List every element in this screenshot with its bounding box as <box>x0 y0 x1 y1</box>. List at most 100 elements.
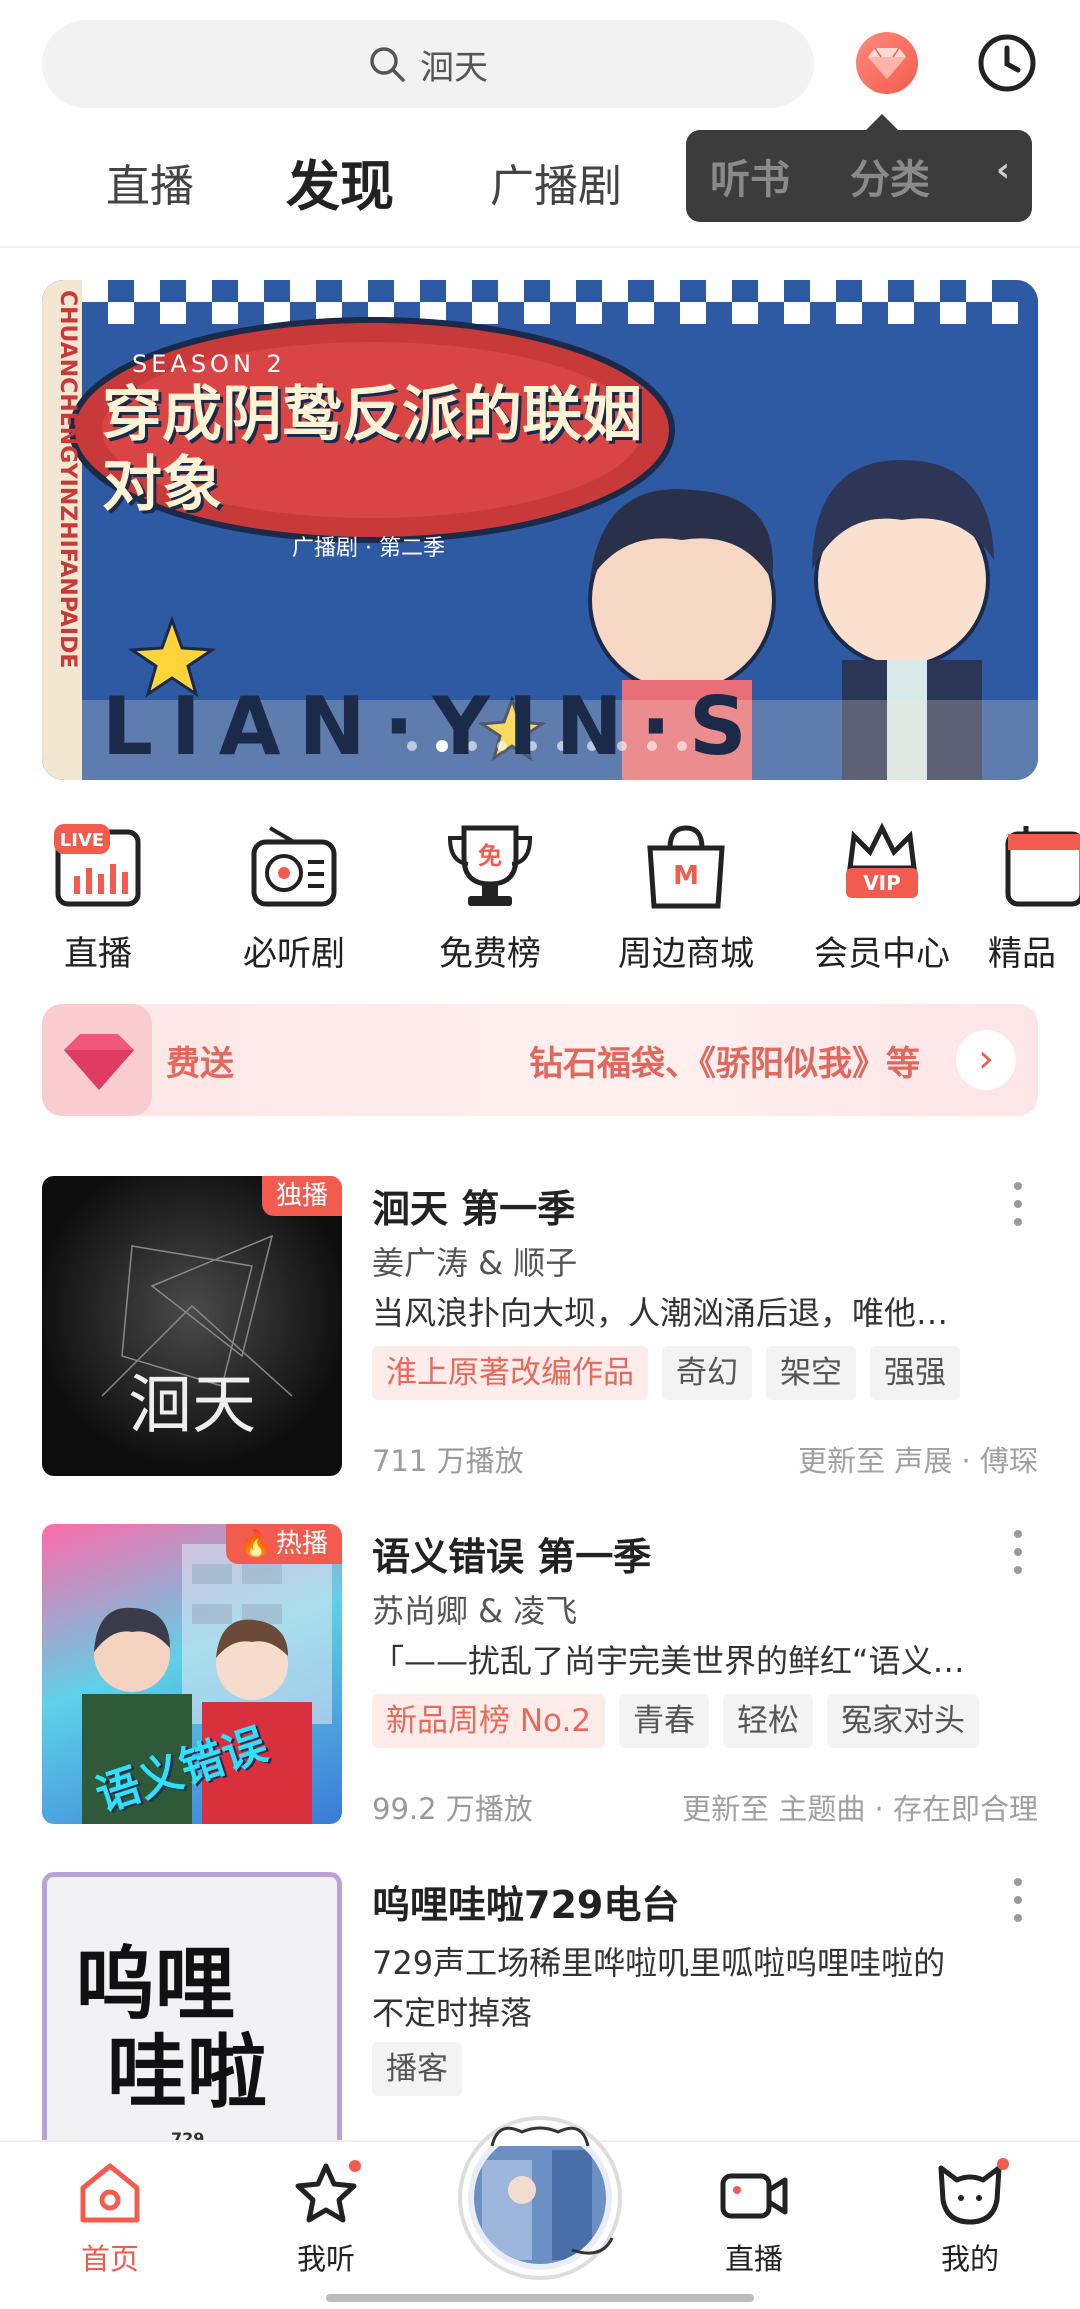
tag[interactable]: 青春 <box>619 1694 710 1748</box>
item-description: 当风浪扑向大坝，人潮汹涌后退，唯他… <box>372 1294 949 1332</box>
more-options-icon[interactable] <box>1012 1530 1024 1574</box>
nav-label: 我听 <box>296 2242 355 2276</box>
cover-image[interactable]: 语义错误 🔥 热播 <box>42 1524 342 1824</box>
tag[interactable]: 奇幻 <box>662 1346 752 1400</box>
now-playing-button[interactable] <box>462 2120 618 2276</box>
category-live[interactable]: LIVE 直播 <box>8 818 188 975</box>
banner-season: SEASON 2 <box>132 350 286 378</box>
nav-label: 直播 <box>724 2242 783 2276</box>
vip-crown-icon: VIP <box>834 818 930 914</box>
category-free-chart[interactable]: 免 免费榜 <box>400 818 580 975</box>
diamond-button[interactable] <box>856 32 918 94</box>
category-label: 精品 <box>988 934 1056 974</box>
item-authors: 苏尚卿 & 凌飞 <box>372 1592 578 1630</box>
item-description-line2: 不定时掉落 <box>372 1994 533 2032</box>
tab-audiobook[interactable]: 听书 <box>710 147 790 205</box>
promo-banner[interactable]: 费送 钻石福袋、《骄阳似我》等 › <box>42 1004 1038 1116</box>
list-item[interactable]: 呜哩 哇啦 729 呜哩哇啦729电台 729声工场稀里哗啦叽里呱啦呜哩哇啦的 … <box>42 1872 1038 2140</box>
badge-hot-label: 热播 <box>275 1529 328 1559</box>
item-description: 「——扰乱了尚宇完美世界的鲜红“语义… <box>372 1642 965 1680</box>
diamond-icon <box>868 47 906 79</box>
nav-label: 首页 <box>80 2242 139 2276</box>
video-camera-icon <box>719 2160 789 2226</box>
category-vip[interactable]: VIP 会员中心 <box>792 818 972 975</box>
nav-mine[interactable]: 我的 <box>900 2158 1040 2278</box>
tag[interactable]: 播客 <box>372 2042 462 2096</box>
banner-subtitle: 广播剧 · 第二季 <box>292 536 445 561</box>
tag[interactable]: 冤家对头 <box>827 1694 980 1748</box>
banner-side-text: CHUANCHENGYINZHIFANPAIDE <box>55 290 80 669</box>
search-placeholder: 洄天 <box>420 47 488 88</box>
notification-dot <box>997 2158 1009 2170</box>
badge-hot: 🔥 热播 <box>225 1524 342 1564</box>
tag[interactable]: 轻松 <box>723 1694 814 1748</box>
promo-left-text: 费送 <box>166 1043 234 1084</box>
cover-title-line2: 哇啦 <box>107 2026 267 2119</box>
nav-home[interactable]: 首页 <box>40 2160 180 2278</box>
search-icon <box>370 47 405 82</box>
top-bar: 洄天 直播 发现 广播剧 听书 分类 ‹ <box>0 0 1080 250</box>
shopping-bag-icon: M <box>638 818 734 914</box>
home-icon <box>75 2160 145 2226</box>
badge-exclusive: 独播 <box>261 1176 342 1216</box>
item-description-line1: 729声工场稀里哗啦叽里呱啦呜哩哇啦的 <box>372 1944 946 1982</box>
tab-live[interactable]: 直播 <box>106 150 194 214</box>
promo-right-text: 钻石福袋、《骄阳似我》等 <box>529 1043 920 1084</box>
nav-label: 我的 <box>940 2242 999 2276</box>
item-authors: 姜广涛 & 顺子 <box>372 1244 578 1282</box>
category-label: 周边商城 <box>618 934 754 974</box>
svg-text:VIP: VIP <box>863 871 901 895</box>
category-premium[interactable]: 精品 <box>988 818 1080 975</box>
more-options-icon[interactable] <box>1012 1182 1024 1226</box>
flame-icon: 🔥 <box>239 1529 272 1559</box>
header-divider <box>0 246 1080 248</box>
update-status: 更新至 声展 · 傅琛 <box>798 1444 1038 1478</box>
tab-category[interactable]: 分类 <box>850 147 930 205</box>
category-must-listen[interactable]: 必听剧 <box>204 818 384 975</box>
nav-my-listen[interactable]: 我听 <box>256 2160 396 2278</box>
item-tags: 淮上原著改编作品 奇幻 架空 强强 <box>372 1346 960 1400</box>
svg-text:M: M <box>673 861 699 891</box>
notification-dot <box>349 2160 361 2172</box>
cover-image[interactable]: 呜哩 哇啦 729 <box>42 1872 342 2140</box>
history-icon[interactable] <box>976 32 1038 94</box>
search-bar[interactable]: 洄天 <box>42 20 814 108</box>
now-playing-cover <box>468 2126 614 2270</box>
tabs-tooltip[interactable]: 听书 分类 ‹ <box>686 114 1032 222</box>
list-item[interactable]: 洄天 独播 洄天 第一季 姜广涛 & 顺子 当风浪扑向大坝，人潮汹涌后退，唯他…… <box>42 1176 1038 1478</box>
home-indicator <box>326 2294 754 2302</box>
item-title: 洄天 第一季 <box>372 1187 576 1231</box>
tag[interactable]: 新品周榜 No.2 <box>372 1694 606 1748</box>
item-tags: 新品周榜 No.2 青春 轻松 冤家对头 <box>372 1694 980 1748</box>
more-options-icon[interactable] <box>1012 1878 1024 1922</box>
live-icon: LIVE <box>50 818 146 914</box>
tab-radio-drama[interactable]: 广播剧 <box>490 150 622 214</box>
cat-face-icon <box>935 2158 1009 2226</box>
category-label: 会员中心 <box>814 934 950 974</box>
list-item[interactable]: 语义错误 🔥 热播 语义错误 第一季 苏尚卿 & 凌飞 「——扰乱了尚宇完美世界的… <box>42 1524 1038 1826</box>
star-icon <box>291 2160 361 2226</box>
cover-image[interactable]: 洄天 独播 <box>42 1176 342 1476</box>
chevron-right-icon[interactable]: › <box>956 1030 1016 1090</box>
item-tags: 播客 <box>372 2042 462 2096</box>
trophy-icon: 免 <box>442 818 538 914</box>
tag[interactable]: 淮上原著改编作品 <box>372 1346 648 1400</box>
tag[interactable]: 架空 <box>766 1346 856 1400</box>
cover-title-line1: 呜哩 <box>75 1938 235 2031</box>
cover-small-text: 729 <box>171 2129 205 2140</box>
chevron-left-icon[interactable]: ‹ <box>996 150 1010 190</box>
item-title: 语义错误 第一季 <box>372 1535 652 1579</box>
banner-bottom-text: LIAN·YIN·S <box>102 680 765 773</box>
nav-live[interactable]: 直播 <box>684 2160 824 2278</box>
svg-text:LIVE: LIVE <box>60 830 104 851</box>
radio-icon <box>246 818 342 914</box>
update-status: 更新至 主题曲 · 存在即合理 <box>682 1792 1038 1826</box>
banner-carousel[interactable]: SEASON 2 穿成阴鸷反派的联姻对象 广播剧 · 第二季 LIAN·YIN·… <box>42 280 1038 780</box>
tab-discover[interactable]: 发现 <box>286 142 394 221</box>
tag[interactable]: 强强 <box>870 1346 960 1400</box>
calendar-icon <box>1002 818 1080 914</box>
item-title: 呜哩哇啦729电台 <box>372 1883 680 1927</box>
category-label: 必听剧 <box>243 934 345 974</box>
svg-text:免: 免 <box>478 842 502 870</box>
category-shop[interactable]: M 周边商城 <box>596 818 776 975</box>
